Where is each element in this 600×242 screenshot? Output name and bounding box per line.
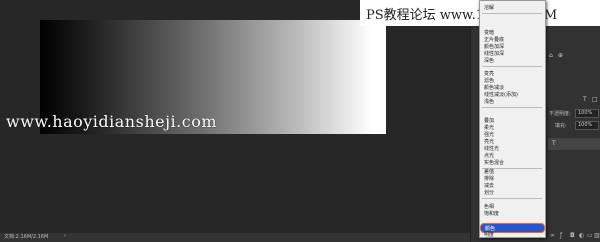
filter-text-icon[interactable]: T [583,96,587,103]
blend-mode-item[interactable]: 线性光 [484,146,499,152]
blend-mode-menu[interactable]: 溶解变暗 正片叠底 颜色加深 线性加深 深色变亮 滤色 颜色减淡 线性减淡(添加) 浅色叠加 柔光… [479,0,546,238]
blend-mode-item[interactable]: 线性减淡(添加) [484,92,518,98]
layers-panel-footer: ∞ ƒ ◘ ◐ ▭ ▥ [548,232,600,240]
link-layers-icon[interactable]: ∞ [550,232,555,239]
blend-mode-item[interactable]: 变亮 [484,71,494,77]
blend-mode-item[interactable]: 饱和度 [484,211,499,217]
blend-mode-item[interactable]: 叠加 [484,118,494,124]
blend-mode-item[interactable]: 溶解 [484,5,494,11]
blend-mode-item[interactable]: 颜色加深 [484,44,504,50]
blend-mode-item[interactable]: 明度 [484,232,494,238]
fill-label: 填充: [555,123,567,129]
blend-mode-item[interactable]: 柔光 [484,125,494,131]
blend-mode-item[interactable]: 深色 [484,58,494,64]
status-menu-arrow-icon[interactable]: › [64,233,66,239]
blend-mode-item[interactable]: 排除 [484,176,494,182]
opacity-label: 不透明度: [549,111,571,117]
status-bar: 文档:2.16M/2.16M › [0,233,470,242]
menu-divider [482,13,542,14]
menu-divider [482,66,542,67]
blend-mode-item[interactable]: 色相 [484,204,494,210]
menu-divider [482,198,542,199]
link-icon[interactable]: ⊕ [558,52,563,59]
type-layer-icon: T [552,140,556,147]
blend-mode-item[interactable]: 划分 [484,190,494,196]
canvas-area[interactable]: www.haoyidiansheji.com 文档:2.16M/2.16M › [0,0,470,242]
blend-mode-item[interactable]: 变暗 [484,30,494,36]
blend-mode-item[interactable]: 实色混合 [484,160,504,166]
blend-mode-item[interactable]: 亮光 [484,139,494,145]
blend-mode-item[interactable]: 强光 [484,132,494,138]
trash-icon[interactable]: ▥ [594,232,600,239]
blend-mode-item[interactable]: 正片叠底 [484,37,504,43]
mask-icon[interactable]: ◘ [570,232,575,239]
document-size-info: 文档:2.16M/2.16M [4,234,49,240]
adjustment-icon[interactable]: ◐ [579,232,584,239]
blend-mode-item[interactable]: 滤色 [484,78,494,84]
menu-divider [482,107,542,108]
blend-mode-item[interactable]: 点光 [484,153,494,159]
blend-mode-item[interactable]: 颜色减淡 [484,85,504,91]
blend-mode-item[interactable]: 线性加深 [484,51,504,57]
fill-field[interactable]: 100% [575,121,599,130]
blend-mode-item[interactable]: 减去 [484,183,494,189]
blend-mode-item[interactable]: 差值 [484,169,494,175]
lock-icon[interactable]: ⌂ [549,52,553,59]
watermark-brand: PS教程论坛 [366,8,436,23]
blend-mode-item[interactable]: 浅色 [484,99,494,105]
opacity-field[interactable]: 100% [575,109,599,118]
new-layer-icon[interactable]: ▭ [587,232,593,239]
blend-mode-item-selected[interactable]: 颜色 [481,224,544,232]
layer-row[interactable]: T [548,138,600,150]
fx-icon[interactable]: ƒ [560,232,562,239]
selected-blend-mode-label: 颜色 [485,226,496,232]
watermark-left: www.haoyidiansheji.com [6,112,218,131]
filter-shape-icon[interactable]: □ [592,96,598,103]
